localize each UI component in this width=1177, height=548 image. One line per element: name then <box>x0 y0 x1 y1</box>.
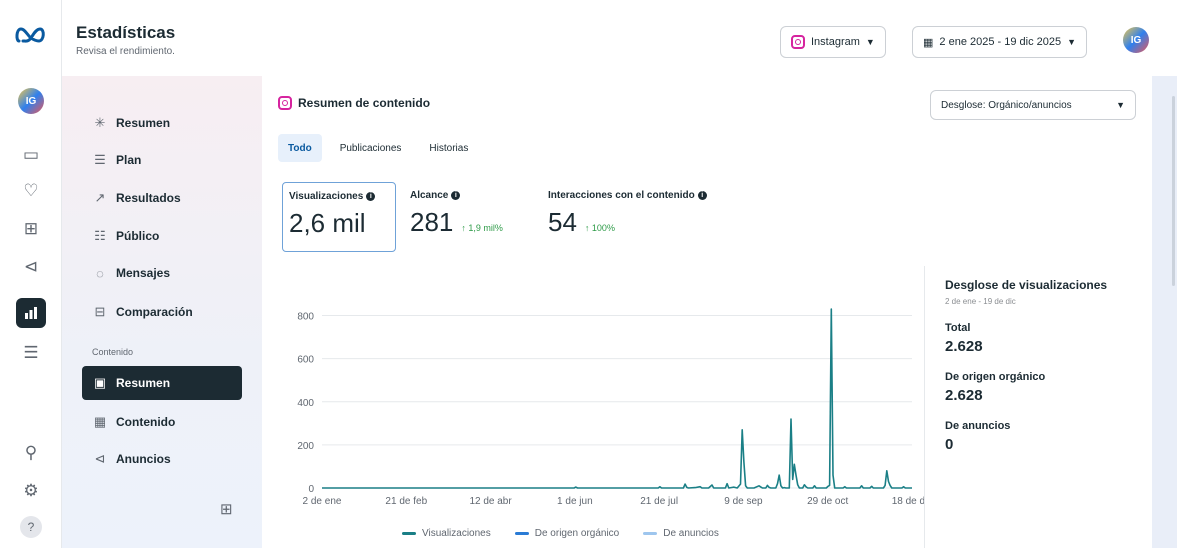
y-tick-label: 400 <box>297 398 314 409</box>
platform-dropdown[interactable]: Instagram ▼ <box>780 26 886 58</box>
date-range-dropdown[interactable]: ▦ 2 ene 2025 - 19 dic 2025 ▼ <box>912 26 1088 58</box>
nav-item-comparacion[interactable]: ⊟ Comparación <box>82 295 242 329</box>
x-tick-label: 12 de abr <box>469 496 512 507</box>
table-icon[interactable]: ⊞ <box>16 214 46 244</box>
tab-historias[interactable]: Historias <box>419 134 478 162</box>
legend-swatch <box>643 532 658 535</box>
list-icon: ☰ <box>94 152 106 167</box>
chart-legend: Visualizaciones De origen orgánico De an… <box>402 528 719 539</box>
legend-item[interactable]: Visualizaciones <box>402 528 491 539</box>
breakdown-title: Desglose de visualizaciones <box>945 278 1108 292</box>
nav-item-resumen[interactable]: ✳ Resumen <box>82 106 242 140</box>
nav-section-label: Contenido <box>92 347 134 357</box>
main-content: Resumen de contenido Desglose: Orgánico/… <box>262 76 1152 548</box>
collapse-panel-icon[interactable]: ⊞ <box>220 500 233 518</box>
x-tick-label: 21 de jul <box>640 496 678 507</box>
caret-down-icon: ▼ <box>1116 100 1125 110</box>
page-title: Estadísticas <box>76 23 176 42</box>
breakdown-value: 0 <box>945 436 954 453</box>
y-tick-label: 200 <box>297 441 314 452</box>
metric-value: 2,6 mil <box>289 208 366 238</box>
x-tick-label: 1 de jun <box>557 496 593 507</box>
section-title: Resumen de contenido <box>278 96 430 110</box>
x-tick-label: 18 de dic <box>892 496 924 507</box>
profile-avatar[interactable]: IG <box>1123 27 1149 53</box>
tab-publicaciones[interactable]: Publicaciones <box>330 134 412 162</box>
instagram-icon <box>278 96 292 110</box>
views-line-chart: 0 200 400 600 800 2 de ene 21 de feb 12 de abr 1… <box>297 308 924 507</box>
nav-item-anuncios[interactable]: ⊲ Anuncios <box>82 442 242 476</box>
sparkle-icon: ✳ <box>94 115 106 130</box>
instagram-icon <box>791 35 805 49</box>
menu-icon[interactable]: ☰ <box>16 338 46 368</box>
legend-swatch <box>402 532 416 535</box>
x-tick-label: 9 de sep <box>724 496 763 507</box>
scrollbar[interactable] <box>1172 96 1175 286</box>
people-icon: ☷ <box>94 228 106 243</box>
caret-down-icon: ▼ <box>865 37 875 47</box>
breakdown-dropdown[interactable]: Desglose: Orgánico/anuncios ▼ <box>930 90 1136 120</box>
info-icon[interactable]: i <box>451 191 461 200</box>
search-icon[interactable]: ⚲ <box>16 438 46 468</box>
metric-alcance[interactable]: Alcance i 281 ↑ 1,9 mil% <box>404 182 534 252</box>
nav-item-mensajes[interactable]: ◌ Mensajes <box>82 256 242 290</box>
nav-item-resultados[interactable]: ↗ Resultados <box>82 181 242 215</box>
nav-item-plan[interactable]: ☰ Plan <box>82 143 242 177</box>
tab-todo[interactable]: Todo <box>278 134 322 162</box>
info-icon[interactable]: i <box>697 191 707 200</box>
y-tick-label: 600 <box>297 355 314 366</box>
mobile-icon[interactable]: ▭ <box>16 140 46 170</box>
insights-icon[interactable] <box>16 298 46 328</box>
grid-icon: ▦ <box>93 414 107 429</box>
settings-icon[interactable]: ⚙ <box>16 476 46 506</box>
legend-item[interactable]: De anuncios <box>643 528 719 539</box>
left-nav: ✳ Resumen ☰ Plan ↗ Resultados ☷ Público … <box>62 76 262 548</box>
breakdown-value: 2.628 <box>945 338 983 355</box>
trend-icon: ↗ <box>94 190 106 205</box>
megaphone-icon: ⊲ <box>94 451 106 466</box>
date-range-label: 2 ene 2025 - 19 dic 2025 <box>939 36 1062 48</box>
chat-icon: ◌ <box>96 265 104 281</box>
nav-item-contenido[interactable]: ▦ Contenido <box>82 405 242 439</box>
icon-rail: IG ▭ ♡ ⊞ ⊲ ☰ ⚲ ⚙ ? <box>0 0 62 548</box>
x-tick-label: 2 de ene <box>303 496 342 507</box>
meta-logo[interactable] <box>14 24 48 46</box>
metric-delta: ↑ 100% <box>584 223 615 233</box>
y-tick-label: 800 <box>297 312 314 323</box>
metric-value: 281 <box>410 207 454 237</box>
x-tick-label: 29 de oct <box>807 496 848 507</box>
breakdown-date: 2 de ene - 19 de dic <box>945 297 1016 306</box>
image-icon: ▣ <box>93 375 107 390</box>
legend-item[interactable]: De origen orgánico <box>514 528 619 539</box>
content-tabs: Todo Publicaciones Historias <box>278 134 478 162</box>
legend-swatch <box>514 532 529 535</box>
breakdown-label: De anuncios <box>945 420 1011 432</box>
nav-item-contenido-resumen[interactable]: ▣ Resumen <box>82 366 242 400</box>
breakdown-label: Total <box>945 322 971 334</box>
metric-visualizaciones[interactable]: Visualizaciones i 2,6 mil <box>282 182 396 252</box>
compare-icon: ⊟ <box>94 304 106 319</box>
x-tick-label: 21 de feb <box>385 496 427 507</box>
badge-icon[interactable]: ♡ <box>16 176 46 206</box>
page-subtitle: Revisa el rendimiento. <box>76 46 175 57</box>
breakdown-value: 2.628 <box>945 387 983 404</box>
metric-delta: ↑ 1,9 mil% <box>461 223 503 233</box>
info-icon[interactable]: i <box>366 192 376 201</box>
nav-item-publico[interactable]: ☷ Público <box>82 219 242 253</box>
account-avatar-icon[interactable]: IG <box>16 86 46 116</box>
megaphone-icon[interactable]: ⊲ <box>16 252 46 282</box>
calendar-icon: ▦ <box>923 36 934 49</box>
metric-value: 54 <box>548 207 577 237</box>
page-header: Estadísticas Revisa el rendimiento. Inst… <box>62 0 1177 76</box>
y-tick-label: 0 <box>308 484 314 495</box>
platform-label: Instagram <box>811 36 860 48</box>
views-breakdown-panel: Desglose de visualizaciones 2 de ene - 1… <box>924 266 1152 548</box>
breakdown-label: De origen orgánico <box>945 371 1046 383</box>
series-line-visualizaciones <box>322 308 912 489</box>
caret-down-icon: ▼ <box>1067 37 1077 47</box>
help-icon[interactable]: ? <box>16 512 46 542</box>
metric-interacciones[interactable]: Interacciones con el contenido i 54 ↑ 100% <box>542 182 742 252</box>
